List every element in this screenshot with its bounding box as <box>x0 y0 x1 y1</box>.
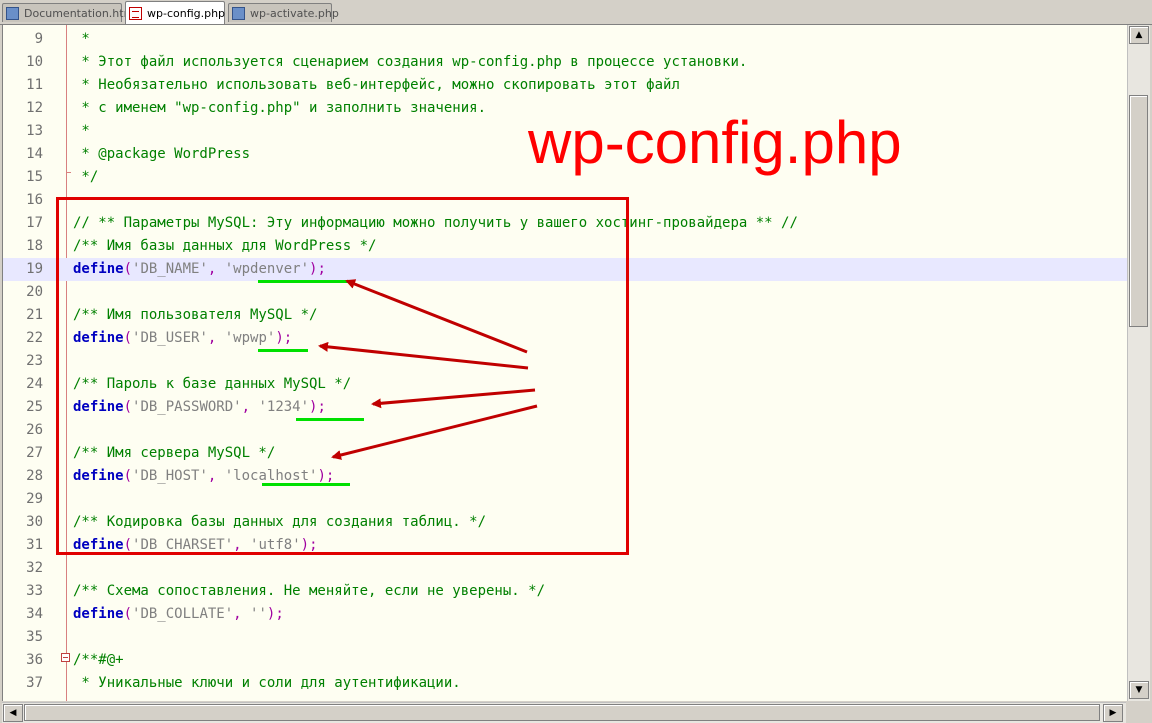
code-text: */ <box>73 169 99 185</box>
underline-wpdenver <box>258 280 348 283</box>
line-number: 24 <box>26 376 43 392</box>
file-icon <box>129 6 142 20</box>
code-text: * Необязательно использовать веб-интерфе… <box>73 77 680 93</box>
underline-localhost <box>262 483 350 486</box>
code-text: * @package WordPress <box>73 146 251 162</box>
horizontal-scroll-thumb[interactable] <box>24 704 1100 721</box>
line-number: 15 <box>26 169 43 185</box>
tab-bar: Documentation.html wp-config.php wp-acti… <box>0 0 1152 25</box>
line-number: 37 <box>26 675 43 691</box>
tab-label: wp-activate.php <box>250 6 339 20</box>
line-number: 21 <box>26 307 43 323</box>
line-number: 9 <box>34 31 43 47</box>
code-text: * с именем "wp-config.php" и заполнить з… <box>73 100 487 116</box>
line-number: 32 <box>26 560 43 576</box>
code-text: /** Схема сопоставления. Не меняйте, есл… <box>73 583 546 599</box>
tab-label: Documentation.html <box>24 6 138 20</box>
arrow-up-icon[interactable]: ▲ <box>1129 26 1149 44</box>
code-line[interactable]: 35 <box>3 626 1127 649</box>
line-number: 10 <box>26 54 43 70</box>
line-number: 29 <box>26 491 43 507</box>
tab-wp-config[interactable]: wp-config.php <box>125 1 225 24</box>
file-icon <box>6 6 19 20</box>
line-number: 33 <box>26 583 43 599</box>
line-number: 27 <box>26 445 43 461</box>
arrow-left-icon[interactable]: ◀ <box>3 704 23 722</box>
line-number: 26 <box>26 422 43 438</box>
line-number: 12 <box>26 100 43 116</box>
code-text: * <box>73 123 90 139</box>
underline-wpwp <box>258 349 308 352</box>
line-number: 35 <box>26 629 43 645</box>
scrollbar-corner <box>1127 702 1152 723</box>
line-number: 22 <box>26 330 43 346</box>
code-line[interactable]: 33 /** Схема сопоставления. Не меняйте, е… <box>3 580 1127 603</box>
line-number: 36 <box>26 652 43 668</box>
tab-wp-activate[interactable]: wp-activate.php <box>228 3 339 22</box>
arrow-down-icon[interactable]: ▼ <box>1129 681 1149 699</box>
file-icon <box>232 6 245 20</box>
underline-1234 <box>296 418 364 421</box>
code-line[interactable]: 11 * Необязательно использовать веб-инте… <box>3 74 1127 97</box>
line-number: 16 <box>26 192 43 208</box>
vertical-scroll-thumb[interactable] <box>1129 95 1148 327</box>
highlight-box <box>56 197 629 555</box>
code-line[interactable]: 36 /**#@+ <box>3 649 1127 672</box>
code-line[interactable]: 34 define('DB_COLLATE', ''); <box>3 603 1127 626</box>
line-number: 11 <box>26 77 43 93</box>
line-number: 34 <box>26 606 43 622</box>
code-text: * Этот файл используется сценарием созда… <box>73 54 748 70</box>
line-number: 18 <box>26 238 43 254</box>
horizontal-scrollbar[interactable]: ◀ ▶ <box>2 702 1126 723</box>
line-number: 19 <box>26 261 43 277</box>
code-text: * Уникальные ключи и соли для аутентифик… <box>73 675 461 691</box>
code-text: /**#@+ <box>73 652 124 668</box>
vertical-scrollbar[interactable]: ▲ ▼ <box>1127 25 1150 701</box>
fold-end-marker <box>66 172 71 173</box>
arrow-right-icon[interactable]: ▶ <box>1103 704 1123 722</box>
tab-label: wp-config.php <box>147 6 226 20</box>
line-number: 20 <box>26 284 43 300</box>
line-number: 31 <box>26 537 43 553</box>
tab-documentation[interactable]: Documentation.html <box>2 3 137 22</box>
code-line[interactable]: 10 * Этот файл используется сценарием со… <box>3 51 1127 74</box>
line-number: 30 <box>26 514 43 530</box>
line-number: 25 <box>26 399 43 415</box>
code-line[interactable]: 9 * <box>3 28 1127 51</box>
line-number: 28 <box>26 468 43 484</box>
code-line[interactable]: 37 * Уникальные ключи и соли для аутенти… <box>3 672 1127 695</box>
line-number: 23 <box>26 353 43 369</box>
line-number: 13 <box>26 123 43 139</box>
line-number: 14 <box>26 146 43 162</box>
overlay-title: wp-config.php <box>528 109 902 176</box>
fold-toggle-icon[interactable] <box>61 653 70 662</box>
code-line[interactable]: 32 <box>3 557 1127 580</box>
line-number: 17 <box>26 215 43 231</box>
code-text: * <box>73 31 90 47</box>
code-text: define('DB_COLLATE', ''); <box>73 606 284 622</box>
